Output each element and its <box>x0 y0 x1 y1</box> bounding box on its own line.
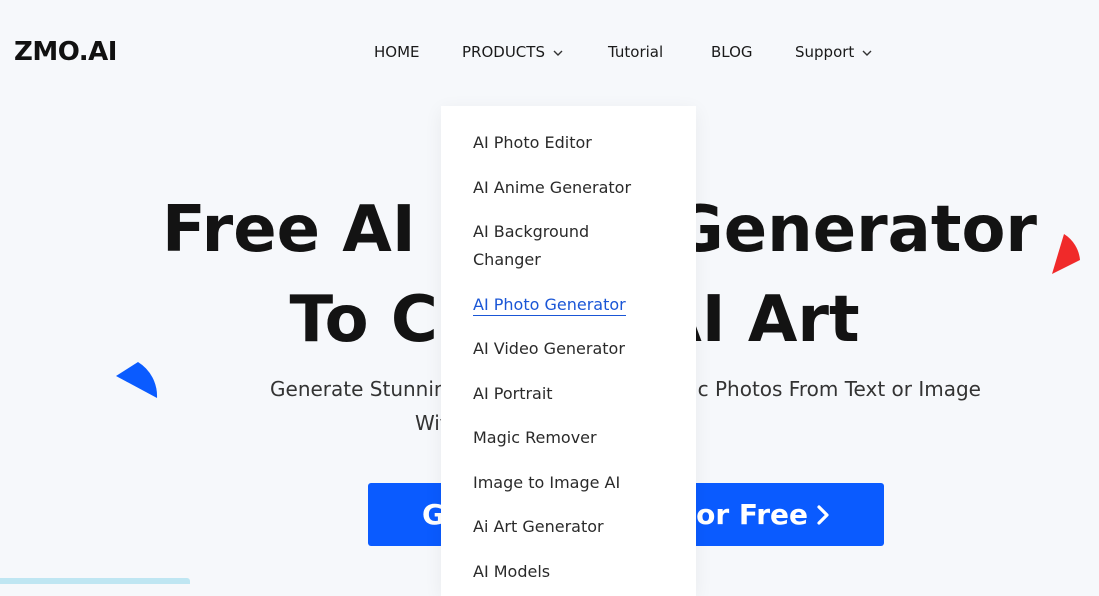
chevron-down-icon <box>862 41 872 61</box>
menu-item-ai-background-changer[interactable]: AI Background Changer <box>473 218 623 274</box>
menu-item-magic-remover[interactable]: Magic Remover <box>473 424 673 452</box>
nav-blog-label: BLOG <box>711 43 753 61</box>
nav-blog-link[interactable]: BLOG <box>711 42 753 62</box>
menu-item-image-to-image-ai[interactable]: Image to Image AI <box>473 469 673 497</box>
menu-item-label: Ai Art Generator <box>473 517 604 536</box>
menu-item-label: AI Anime Generator <box>473 178 632 197</box>
menu-item-ai-photo-editor[interactable]: AI Photo Editor <box>473 129 673 157</box>
menu-item-label: AI Photo Editor <box>473 133 592 152</box>
menu-item-ai-anime-generator[interactable]: AI Anime Generator <box>473 174 673 202</box>
chevron-right-icon <box>816 483 830 546</box>
nav-support-menu[interactable]: Support <box>795 42 872 63</box>
menu-item-ai-models[interactable]: AI Models <box>473 558 673 586</box>
menu-item-label: AI Photo Generator <box>473 295 626 316</box>
nav-tutorial-link[interactable]: Tutorial <box>608 42 663 62</box>
nav-products-label: PRODUCTS <box>462 43 545 61</box>
menu-item-ai-art-generator[interactable]: Ai Art Generator <box>473 513 673 541</box>
products-dropdown-menu: AI Photo Editor AI Anime Generator AI Ba… <box>441 106 696 596</box>
nav-products-menu[interactable]: PRODUCTS <box>462 42 563 63</box>
top-navigation: HOME PRODUCTS Tutorial BLOG Support <box>0 0 1099 106</box>
menu-item-label: AI Background Changer <box>473 222 590 269</box>
bottom-banner-strip <box>0 578 190 584</box>
menu-item-ai-photo-generator[interactable]: AI Photo Generator <box>473 291 673 319</box>
decorative-red-quarter-circle <box>1046 230 1086 280</box>
decorative-blue-quarter-circle <box>112 358 162 404</box>
nav-home-link[interactable]: HOME <box>374 42 420 62</box>
nav-home-label: HOME <box>374 43 420 61</box>
menu-item-label: AI Portrait <box>473 384 553 403</box>
menu-item-label: AI Video Generator <box>473 339 625 358</box>
nav-tutorial-label: Tutorial <box>608 43 664 61</box>
menu-item-label: Image to Image AI <box>473 473 621 492</box>
menu-item-ai-portrait[interactable]: AI Portrait <box>473 380 673 408</box>
menu-item-label: Magic Remover <box>473 428 597 447</box>
nav-support-label: Support <box>795 43 855 61</box>
chevron-down-icon <box>553 41 563 61</box>
menu-item-ai-video-generator[interactable]: AI Video Generator <box>473 335 673 363</box>
menu-item-label: AI Models <box>473 562 551 581</box>
